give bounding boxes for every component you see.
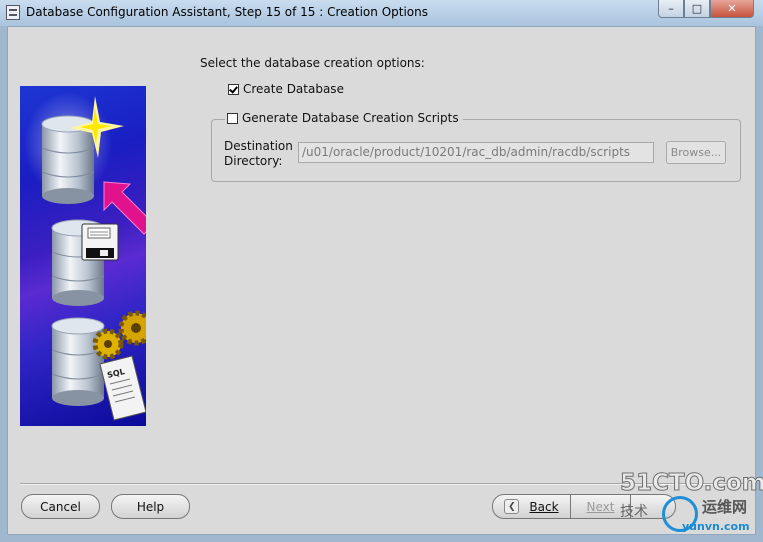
watermark-51cto: 51CTO.com — [620, 470, 763, 497]
destination-directory-label: Destination Directory: — [224, 139, 293, 169]
creation-options-prompt: Select the database creation options: — [200, 56, 425, 70]
cancel-button[interactable]: Cancel — [21, 494, 100, 519]
cancel-button-label: Cancel — [40, 499, 81, 514]
window-controls: – □ ✕ — [658, 0, 754, 18]
destination-label-line2: Directory: — [224, 154, 283, 168]
create-database-option[interactable]: Create Database — [228, 82, 344, 96]
wizard-illustration: SQL — [20, 86, 146, 426]
watermark-right-text: 运维网 — [702, 498, 748, 516]
sql-script-icon: SQL — [99, 355, 146, 421]
minimize-button[interactable]: – — [658, 0, 684, 18]
gear-icon — [92, 310, 146, 360]
generate-scripts-option[interactable]: Generate Database Creation Scripts — [225, 111, 463, 125]
database-cylinder-icon — [51, 317, 105, 406]
generate-scripts-label[interactable]: Generate Database Creation Scripts — [242, 111, 459, 125]
destination-label-line1: Destination — [224, 139, 293, 153]
create-database-checkbox[interactable] — [228, 83, 239, 95]
close-button[interactable]: ✕ — [710, 0, 754, 18]
floppy-disk-icon — [81, 223, 119, 261]
browse-button[interactable]: Browse... — [666, 141, 726, 164]
back-button-label: Back — [529, 499, 559, 514]
dialog-body: SQL Select the database creation options… — [7, 26, 756, 535]
maximize-button[interactable]: □ — [684, 0, 710, 18]
help-button[interactable]: Help — [111, 494, 190, 519]
generate-scripts-checkbox[interactable] — [227, 112, 238, 124]
back-button[interactable]: ❮ Back — [492, 494, 571, 519]
help-button-label: Help — [136, 499, 165, 514]
next-button-label: Next — [586, 499, 615, 514]
create-database-label[interactable]: Create Database — [243, 82, 344, 96]
chevron-left-icon: ❮ — [504, 499, 520, 514]
destination-directory-input[interactable]: /u01/oracle/product/10201/rac_db/admin/r… — [298, 142, 654, 163]
title-bar: Database Configuration Assistant, Step 1… — [0, 0, 763, 26]
watermark-url: yunvn.com — [682, 520, 750, 533]
watermark: 51CTO.com 技术 运维网 yunvn.com — [618, 470, 763, 542]
window-title: Database Configuration Assistant, Step 1… — [26, 5, 428, 19]
app-icon[interactable] — [6, 5, 20, 20]
watermark-left-text: 技术 — [620, 504, 648, 520]
